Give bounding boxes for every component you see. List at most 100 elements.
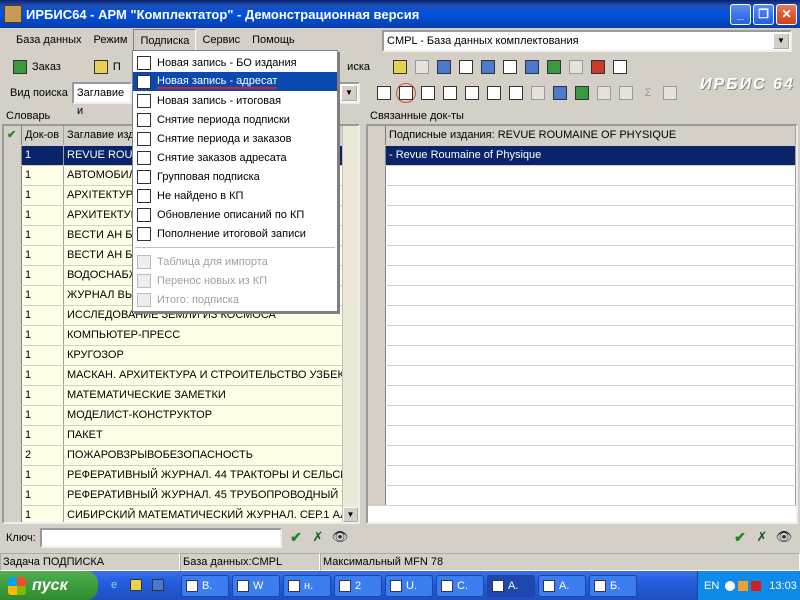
menu-item-7[interactable]: Не найдено в КП [133,186,337,205]
order-label[interactable]: Заказ [32,61,61,73]
row-title[interactable]: РЕФЕРАТИВНЫЙ ЖУРНАЛ. 45 ТРУБОПРОВОДНЫЙ Т… [64,486,358,505]
menu-item-4[interactable]: Снятие периода и заказов [133,129,337,148]
col-count-header[interactable]: Док-ов [22,126,64,145]
taskbar-task[interactable]: С. [436,575,484,597]
sum-icon[interactable]: Σ [638,83,658,103]
tool-icon-9[interactable] [566,57,586,77]
table-row[interactable]: 1 РЕФЕРАТИВНЫЙ ЖУРНАЛ. 45 ТРУБОПРОВОДНЫЙ … [4,486,358,506]
tray-icon-2[interactable] [738,580,749,591]
merge-icon[interactable] [660,83,680,103]
row-title[interactable]: ПАКЕТ [64,426,358,445]
chevron-down-icon[interactable]: ▼ [341,85,357,101]
close-button[interactable]: ✕ [776,3,797,25]
order-icon[interactable] [10,57,30,77]
taskbar-task[interactable]: н. [283,575,331,597]
docs-icon-1[interactable] [440,83,460,103]
language-indicator[interactable]: EN [704,580,719,592]
menu-help[interactable]: Помощь [246,29,301,51]
tray-icon-1[interactable] [725,580,736,591]
confirm-icon[interactable]: ✔ [286,527,306,547]
minimize-button[interactable]: _ [730,3,751,25]
row-title[interactable]: КОМПЬЮТЕР-ПРЕСС [64,326,358,345]
flag-icon[interactable] [550,83,570,103]
scroll-down-icon[interactable]: ▼ [343,507,358,522]
search-type-dropdown-tail[interactable]: ▼ [338,82,360,104]
taskbar-task[interactable]: А. [487,575,535,597]
linked-row[interactable]: - Revue Roumaine of Physique [368,146,796,166]
table-row[interactable]: 2 ПОЖАРОВЗРЫВОБЕЗОПАСНОСТЬ [4,446,358,466]
table-row[interactable]: 1 СИБИРСКИЙ МАТЕМАТИЧЕСКИЙ ЖУРНАЛ. СЕР.1 … [4,506,358,522]
table-row[interactable]: 1 МАТЕМАТИЧЕСКИЕ ЗАМЕТКИ [4,386,358,406]
transfer-icon[interactable] [594,83,614,103]
menu-subscription[interactable]: Подписка [133,29,197,51]
folder-icon[interactable] [126,575,146,595]
row-title[interactable]: КРУГОЗОР [64,346,358,365]
cancel-icon[interactable]: ✗ [752,527,772,547]
view-icon[interactable]: 👁 [330,527,350,547]
table-row[interactable]: 1 ПАКЕТ [4,426,358,446]
menu-mode[interactable]: Режим [88,29,134,51]
database-select[interactable]: CMPL - База данных комплектования ▼ [382,30,792,52]
chevron-down-icon[interactable]: ▼ [773,33,789,49]
document-icon[interactable] [91,57,111,77]
table-row[interactable]: 1 РЕФЕРАТИВНЫЙ ЖУРНАЛ. 44 ТРАКТОРЫ И СЕЛЬ… [4,466,358,486]
taskbar-task[interactable]: В. [181,575,229,597]
row-title[interactable]: МОДЕЛИСТ-КОНСТРУКТОР [64,406,358,425]
tool-icon-8[interactable] [544,57,564,77]
view-icon[interactable]: 👁 [774,527,794,547]
table-row[interactable]: 1 КОМПЬЮТЕР-ПРЕСС [4,326,358,346]
media-icon[interactable] [148,575,168,595]
checkmark-icon[interactable]: ✔ [4,126,22,145]
menu-item-9[interactable]: Пополнение итоговой записи [133,224,337,243]
tool-icon-1[interactable] [390,57,410,77]
tool-icon-6[interactable] [500,57,520,77]
network-icon[interactable] [572,83,592,103]
menu-item-8[interactable]: Обновление описаний по КП [133,205,337,224]
row-title[interactable]: РЕФЕРАТИВНЫЙ ЖУРНАЛ. 44 ТРАКТОРЫ И СЕЛЬС… [64,466,358,485]
tool-icon-11[interactable] [610,57,630,77]
taskbar-task[interactable]: W [232,575,280,597]
table-row[interactable]: 1 КРУГОЗОР [4,346,358,366]
dictionary-scrollbar[interactable]: ▼ [342,126,358,522]
tool-icon-3[interactable] [434,57,454,77]
doc-new-icon[interactable] [396,83,416,103]
menu-item-0[interactable]: Новая запись - БО издания [133,53,337,72]
table-icon[interactable] [616,83,636,103]
taskbar-task[interactable]: U. [385,575,433,597]
print-icon[interactable] [412,57,432,77]
maximize-button[interactable]: ❐ [753,3,774,25]
menu-database[interactable]: База данных [10,29,88,51]
taskbar-task[interactable]: Б. [589,575,637,597]
taskbar-task[interactable]: 2 [334,575,382,597]
tool-icon-10[interactable] [588,57,608,77]
menu-item-2[interactable]: Новая запись - итоговая [133,91,337,110]
doc-icon-1[interactable] [374,83,394,103]
docs-icon-3[interactable] [484,83,504,103]
group-icon[interactable] [528,83,548,103]
confirm-icon[interactable]: ✔ [730,527,750,547]
ie-icon[interactable]: e [104,575,124,595]
row-title[interactable]: МАСКАН. АРХИТЕКТУРА И СТРОИТЕЛЬСТВО УЗБЕ… [64,366,358,385]
tool-icon-7[interactable] [522,57,542,77]
search-type-select[interactable]: Заглавие и [72,82,132,117]
docs-icon-2[interactable] [462,83,482,103]
menu-item-6[interactable]: Групповая подписка [133,167,337,186]
taskbar-task[interactable]: А. [538,575,586,597]
start-button[interactable]: пуск [0,571,98,600]
menu-item-1[interactable]: Новая запись - адресат [133,72,337,91]
tool-icon-5[interactable] [478,57,498,77]
row-title[interactable]: ПОЖАРОВЗРЫВОБЕЗОПАСНОСТЬ [64,446,358,465]
menu-item-3[interactable]: Снятие периода подписки [133,110,337,129]
row-title[interactable]: МАТЕМАТИЧЕСКИЕ ЗАМЕТКИ [64,386,358,405]
doc-icon-3[interactable] [418,83,438,103]
key-input[interactable] [40,528,282,548]
table-row[interactable]: 1 МАСКАН. АРХИТЕКТУРА И СТРОИТЕЛЬСТВО УЗБ… [4,366,358,386]
docs-icon-4[interactable] [506,83,526,103]
table-row[interactable]: 1 МОДЕЛИСТ-КОНСТРУКТОР [4,406,358,426]
row-title[interactable]: СИБИРСКИЙ МАТЕМАТИЧЕСКИЙ ЖУРНАЛ. СЕР.1 А… [64,506,358,522]
tool-icon-4[interactable] [456,57,476,77]
tray-icon-3[interactable] [751,580,762,591]
menu-service[interactable]: Сервис [196,29,246,51]
cancel-icon[interactable]: ✗ [308,527,328,547]
linked-row-text[interactable]: - Revue Roumaine of Physique [386,146,796,165]
